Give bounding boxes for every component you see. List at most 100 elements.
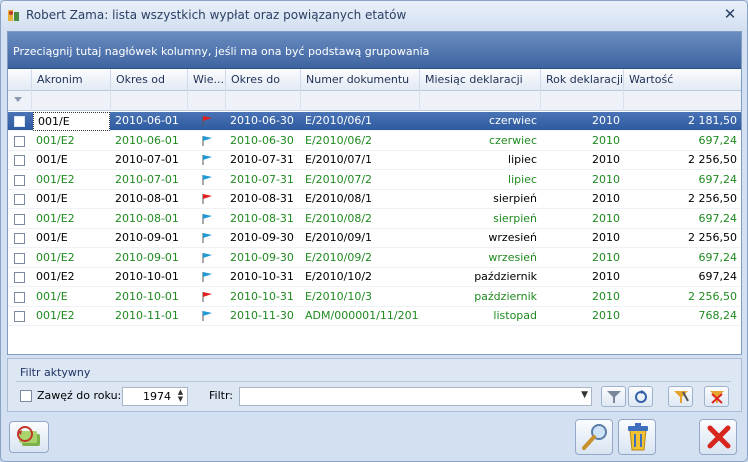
cell-rok-deklaracji: 2010 (592, 153, 620, 166)
cell-wartosc: 697,24 (698, 251, 738, 264)
cell-miesiac-deklaracji: wrzesień (488, 231, 537, 244)
cell-okres-od: 2010-10-01 (115, 270, 179, 283)
header-okres-do[interactable]: Okres do (226, 69, 301, 91)
app-icon (8, 10, 19, 21)
cell-rok-deklaracji: 2010 (592, 212, 620, 225)
table-row[interactable]: 001/E 2010-09-01 2010-09-30 E/2010/09/1 wrze… (8, 229, 741, 248)
header-miesiac-deklaracji[interactable]: Miesiąc deklaracji (420, 69, 541, 91)
list-action-button[interactable] (9, 421, 49, 453)
red-flag-icon (202, 116, 212, 126)
filter-clear-button[interactable] (704, 386, 729, 407)
cell-miesiac-deklaracji: październik (474, 270, 537, 283)
column-header-row: Akronim Okres od Wie... Okres do Numer d… (8, 69, 741, 91)
row-checkbox[interactable] (14, 194, 25, 205)
cell-rok-deklaracji: 2010 (592, 270, 620, 283)
row-checkbox[interactable] (14, 214, 25, 225)
filter-funnel-icon (14, 97, 22, 102)
cell-rok-deklaracji: 2010 (592, 134, 620, 147)
filter-cell[interactable] (420, 91, 541, 111)
header-checkbox-col (8, 69, 32, 91)
cell-okres-od: 2010-06-01 (115, 134, 179, 147)
blue-flag-icon (202, 272, 212, 282)
cell-wartosc: 697,24 (698, 270, 738, 283)
cell-rok-deklaracji: 2010 (592, 231, 620, 244)
zawez-checkbox[interactable] (20, 390, 32, 402)
table-row[interactable]: 001/E 2010-08-01 2010-08-31 E/2010/08/1 sier… (8, 190, 741, 209)
cell-okres-do: 2010-08-31 (230, 212, 294, 225)
filter-cell[interactable] (301, 91, 420, 111)
filter-add-button[interactable] (668, 386, 693, 407)
cell-rok-deklaracji: 2010 (592, 192, 620, 205)
spinner-arrows-icon[interactable]: ▲ ▼ (175, 389, 186, 404)
cell-miesiac-deklaracji: wrzesień (488, 251, 537, 264)
refresh-filter-button[interactable] (628, 386, 653, 407)
table-row[interactable]: 001/E 2010-07-01 2010-07-31 E/2010/07/1 lipi… (8, 151, 741, 170)
close-button[interactable] (699, 419, 737, 455)
table-row[interactable]: 001/E2 2010-07-01 2010-07-31 E/2010/07/2 lip… (8, 171, 741, 190)
table-row[interactable]: 001/E2 2010-06-01 2010-06-30 E/2010/06/2 cze… (8, 132, 741, 151)
filter-cell[interactable] (541, 91, 624, 111)
row-checkbox[interactable] (14, 136, 25, 147)
cell-okres-od: 2010-09-01 (115, 251, 179, 264)
table-row[interactable]: 001/E2 2010-11-01 2010-11-30 ADM/000001/11/… (8, 307, 741, 326)
filter-cell[interactable] (32, 91, 111, 111)
cell-akronim: 001/E (36, 231, 68, 244)
cell-miesiac-deklaracji: lipiec (508, 173, 537, 186)
group-hint: Przeciągnij tutaj nagłówek kolumny, jeśl… (13, 45, 430, 58)
year-spinner[interactable]: 1974 ▲ ▼ (122, 387, 188, 406)
close-icon[interactable]: ✕ (721, 5, 739, 23)
header-akronim[interactable]: Akronim (32, 69, 111, 91)
filter-cell[interactable] (8, 91, 32, 111)
row-checkbox[interactable] (14, 233, 25, 244)
cell-akronim: 001/E2 (36, 173, 75, 186)
filter-funnel-button[interactable] (601, 386, 626, 407)
delete-button[interactable] (618, 419, 656, 455)
table-row[interactable]: 001/E2 2010-10-01 2010-10-31 E/2010/10/2 paź… (8, 268, 741, 287)
preview-button[interactable] (575, 419, 613, 455)
filter-cell[interactable] (624, 91, 741, 111)
table-row[interactable]: 001/E2 2010-08-01 2010-08-31 E/2010/08/2 sie… (8, 210, 741, 229)
header-wartosc[interactable]: Wartość (624, 69, 741, 91)
row-checkbox[interactable] (14, 253, 25, 264)
table-row[interactable]: 001/E 2010-06-01 2010-06-30 E/2010/06/1 czer… (8, 112, 741, 131)
row-checkbox[interactable] (14, 272, 25, 283)
header-numer-dokumentu[interactable]: Numer dokumentu (301, 69, 420, 91)
cell-wartosc: 697,24 (698, 173, 738, 186)
row-checkbox[interactable] (14, 292, 25, 303)
cell-numer-dokumentu: E/2010/10/3 (305, 290, 373, 303)
header-rok-deklaracji[interactable]: Rok deklaracji (541, 69, 624, 91)
cell-miesiac-deklaracji: październik (474, 290, 537, 303)
filter-combo[interactable]: ▼ (239, 387, 592, 406)
cell-miesiac-deklaracji: listopad (493, 309, 537, 322)
filter-cell[interactable] (188, 91, 226, 111)
zawez-label: Zawęź do roku: (37, 389, 122, 402)
cell-wartosc: 697,24 (698, 212, 738, 225)
row-checkbox[interactable] (14, 175, 25, 186)
filter-panel: Filtr aktywny Zawęź do roku: 1974 ▲ ▼ Fil… (7, 358, 742, 412)
cell-akronim: 001/E (36, 290, 68, 303)
row-checkbox[interactable] (14, 116, 25, 127)
chevron-down-icon[interactable]: ▼ (581, 390, 588, 400)
header-okres-od[interactable]: Okres od (111, 69, 188, 91)
filter-cell[interactable] (226, 91, 301, 111)
cell-okres-do: 2010-06-30 (230, 114, 294, 127)
cell-okres-od: 2010-06-01 (115, 114, 179, 127)
filter-cell[interactable] (111, 91, 188, 111)
cell-okres-do: 2010-08-31 (230, 192, 294, 205)
blue-flag-icon (202, 233, 212, 243)
cell-okres-od: 2010-09-01 (115, 231, 179, 244)
cell-akronim: 001/E2 (36, 212, 75, 225)
cell-numer-dokumentu: E/2010/06/1 (305, 114, 373, 127)
blue-flag-icon (202, 214, 212, 224)
cell-okres-do: 2010-06-30 (230, 134, 294, 147)
header-wie[interactable]: Wie... (188, 69, 226, 91)
cell-rok-deklaracji: 2010 (592, 251, 620, 264)
row-checkbox[interactable] (14, 155, 25, 166)
row-checkbox[interactable] (14, 311, 25, 322)
table-row[interactable]: 001/E2 2010-09-01 2010-09-30 E/2010/09/2 wrz… (8, 249, 741, 268)
cell-numer-dokumentu: E/2010/08/1 (305, 192, 373, 205)
cell-wartosc: 2 256,50 (688, 192, 737, 205)
cell-akronim: 001/E2 (36, 270, 75, 283)
group-by-panel[interactable]: Przeciągnij tutaj nagłówek kolumny, jeśl… (8, 32, 741, 69)
table-row[interactable]: 001/E 2010-10-01 2010-10-31 E/2010/10/3 paźd… (8, 288, 741, 307)
